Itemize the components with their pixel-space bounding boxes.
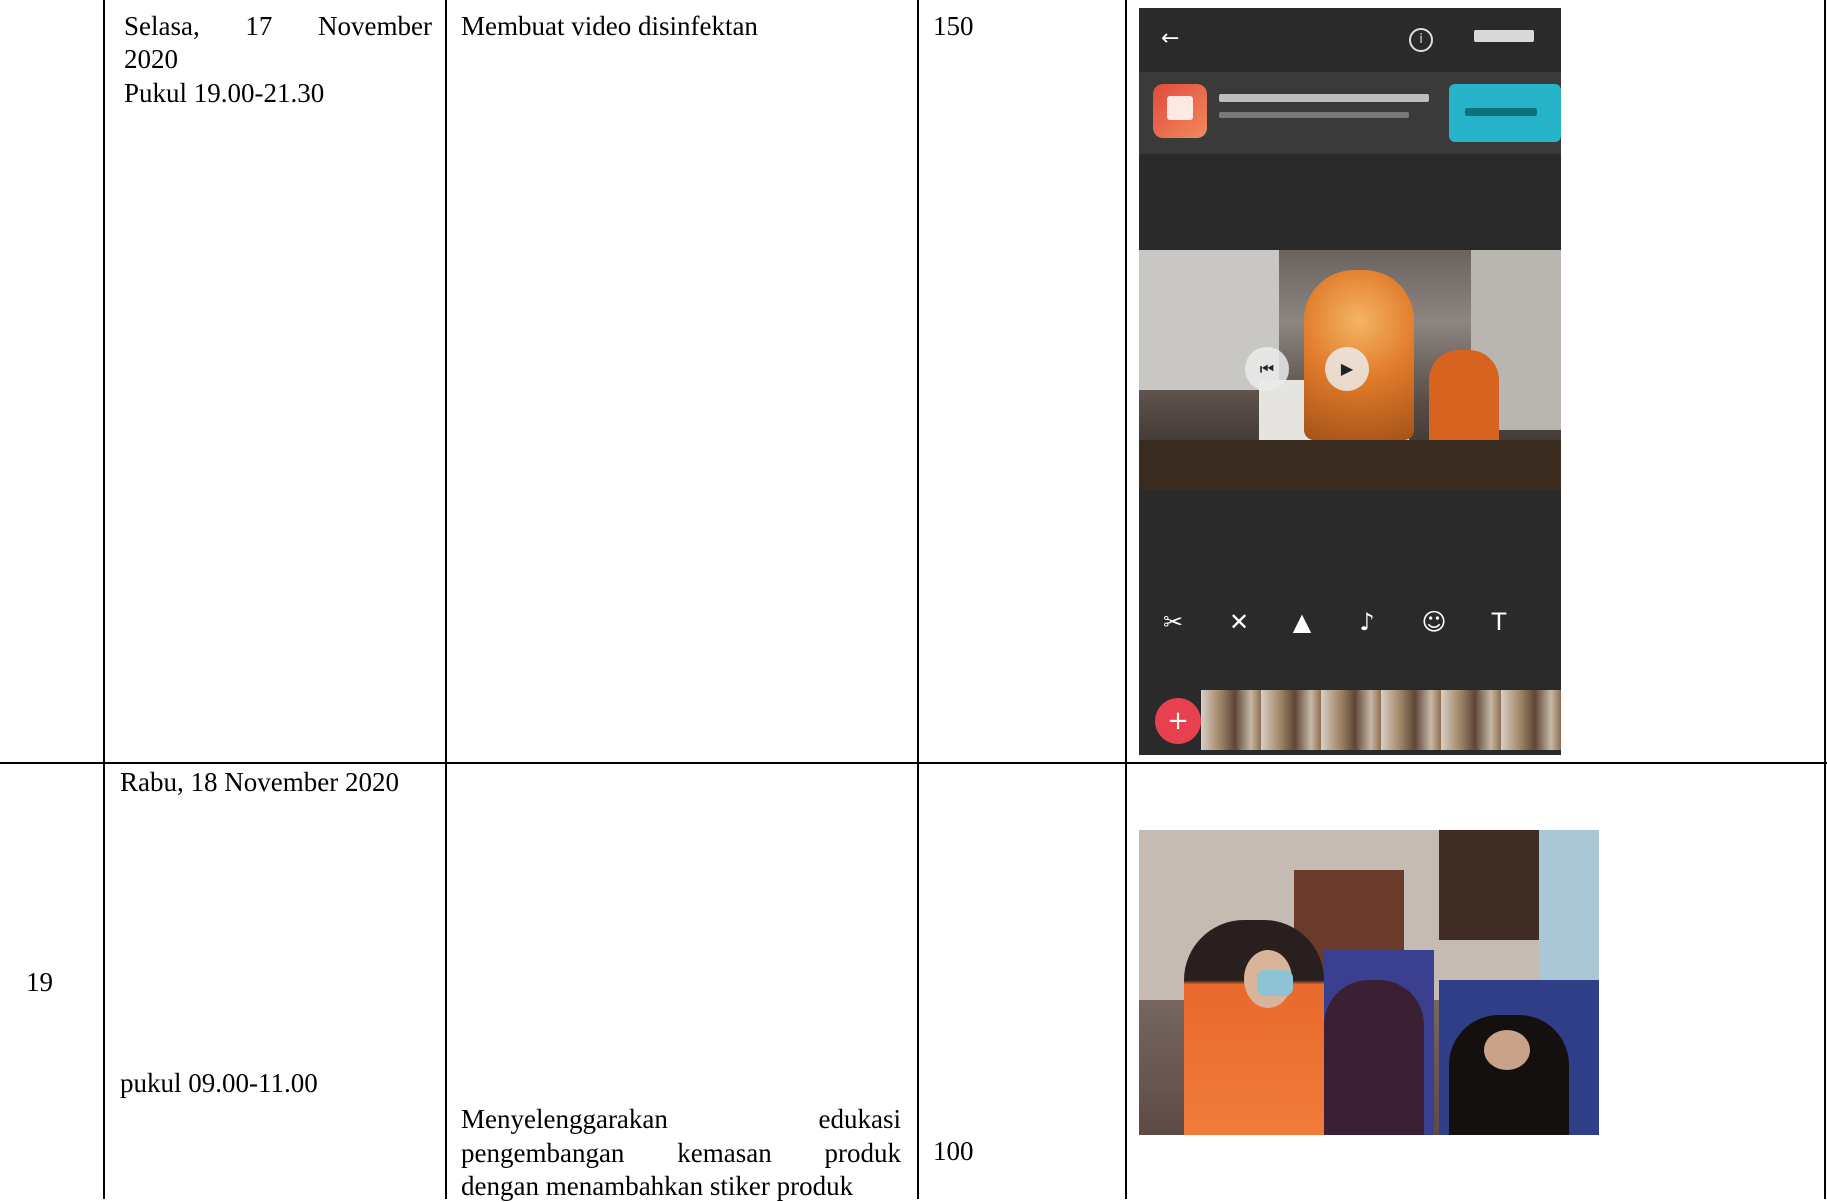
activity-word: pengembangan — [461, 1138, 625, 1168]
duration-cell: 100 — [933, 1136, 974, 1166]
filter-icon: ▲ — [1292, 608, 1312, 636]
time-cell: Pukul 19.00-21.30 — [124, 78, 325, 108]
table-border-col2 — [445, 0, 447, 1199]
sticker-icon: ☺ — [1421, 608, 1447, 636]
play-icon: ▶ — [1325, 347, 1369, 391]
date-word: November — [318, 11, 432, 41]
table-border-right — [1824, 0, 1826, 1199]
activity-cell-line3: dengan menambahkan stiker produk — [461, 1171, 854, 1201]
documentation-photo — [1139, 830, 1599, 1135]
table-border-col3 — [917, 0, 919, 1199]
editor-header: ← i — [1139, 8, 1561, 68]
photo-person-orange — [1184, 920, 1324, 1135]
photo-person-2 — [1324, 980, 1424, 1135]
ad-banner — [1139, 72, 1561, 154]
activity-cell-line1: Menyelenggarakan edukasi — [461, 1103, 901, 1135]
video-table — [1139, 440, 1561, 490]
scissors-icon: ✂ — [1162, 608, 1184, 636]
date-cell-line1: Selasa, 17 November — [124, 10, 432, 42]
duration-cell: 150 — [933, 11, 974, 41]
photo-face-3 — [1484, 1030, 1530, 1070]
date-word: 17 — [245, 11, 273, 41]
rewind-icon: ⏮ — [1245, 347, 1289, 391]
activity-word: Menyelenggarakan — [461, 1104, 668, 1134]
ad-title — [1219, 94, 1429, 102]
photo-mask — [1257, 970, 1293, 996]
ad-cta-button — [1449, 84, 1561, 142]
documentation-screenshot: ← i ⏮ ▶ ✂ ✕ ▲ ♪ ☺ T + — [1139, 8, 1561, 755]
table-border-left — [103, 0, 105, 1199]
row-number: 19 — [26, 967, 53, 997]
editor-toolbar: ✂ ✕ ▲ ♪ ☺ T — [1139, 608, 1561, 658]
trim-icon: ✕ — [1228, 608, 1250, 636]
activity-word: edukasi — [818, 1104, 901, 1134]
timeline-clips — [1201, 690, 1561, 750]
activity-word: kemasan — [677, 1138, 772, 1168]
app-icon — [1153, 84, 1207, 138]
arrow-left-icon: ← — [1161, 26, 1180, 51]
add-clip-icon: + — [1155, 698, 1201, 744]
date-word: Selasa, — [124, 11, 200, 41]
info-icon: i — [1409, 28, 1433, 52]
table-border-col4 — [1125, 0, 1127, 1199]
activity-cell-line2: pengembangan kemasan produk — [461, 1137, 901, 1169]
save-button — [1474, 30, 1534, 42]
time-cell: pukul 09.00-11.00 — [120, 1068, 318, 1098]
activity-cell: Membuat video disinfektan — [461, 11, 758, 41]
activity-word: produk — [824, 1138, 902, 1168]
date-cell: Rabu, 18 November 2020 — [120, 767, 399, 797]
table-row-divider — [0, 762, 1827, 764]
photo-window — [1539, 830, 1599, 980]
video-preview: ⏮ ▶ — [1139, 250, 1561, 490]
music-icon: ♪ — [1359, 608, 1375, 636]
ad-subtitle — [1219, 112, 1409, 118]
date-cell-line2: 2020 — [124, 44, 178, 74]
timeline: + — [1139, 688, 1561, 750]
text-icon: T — [1491, 608, 1507, 636]
